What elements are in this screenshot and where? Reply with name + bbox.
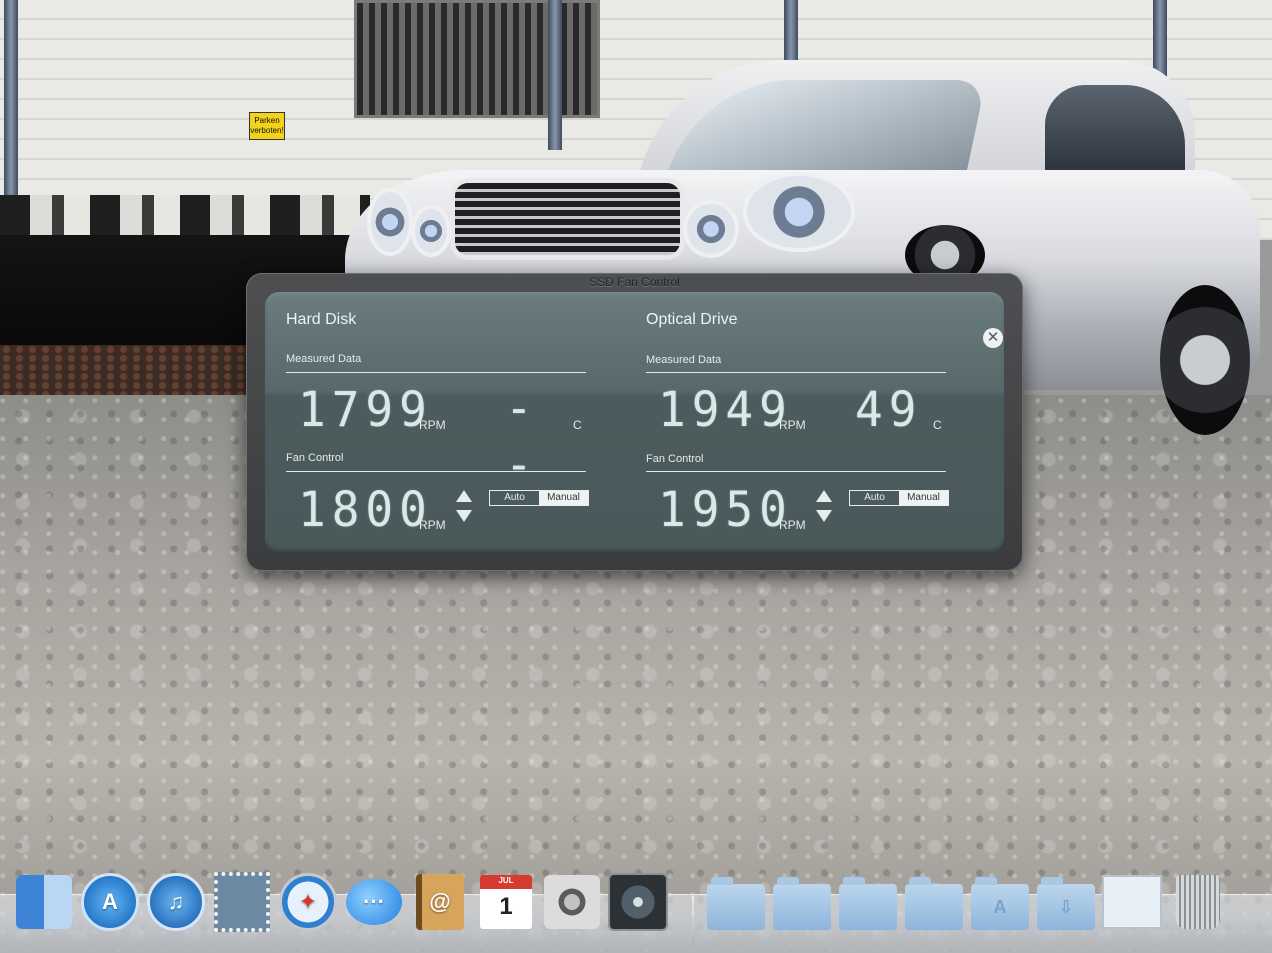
dock-item-ichat[interactable]: ··· bbox=[344, 872, 404, 932]
dock-item-ical[interactable]: JUL 1 bbox=[476, 872, 536, 932]
dock-item-applications[interactable]: A bbox=[970, 872, 1030, 932]
ichat-bubble-icon: ··· bbox=[346, 879, 402, 925]
calendar-day: 1 bbox=[499, 893, 513, 920]
optical-drive-rpm-stepper[interactable] bbox=[816, 490, 832, 526]
optical-drive-target-unit: RPM bbox=[779, 518, 806, 532]
widget-title: SSD Fan Control bbox=[589, 275, 680, 289]
hard-disk-mode-manual[interactable]: Manual bbox=[539, 491, 588, 505]
finder-icon bbox=[16, 875, 72, 929]
increment-arrow-icon[interactable] bbox=[456, 490, 472, 502]
optical-drive-fan-control-label: Fan Control bbox=[646, 453, 704, 465]
applications-folder-icon: A bbox=[971, 877, 1029, 930]
dock-item-downloads[interactable]: ⇩ bbox=[1036, 872, 1096, 932]
widget-face: Hard Disk Measured Data 1799 RPM -- C Fa… bbox=[265, 292, 1004, 552]
hard-disk-temp-readout: -- bbox=[505, 379, 539, 493]
hard-disk-rpm-stepper[interactable] bbox=[456, 490, 472, 526]
dock-separator bbox=[692, 896, 694, 944]
decrement-arrow-icon[interactable] bbox=[456, 510, 472, 522]
optical-drive-rpm-readout: 1949 bbox=[658, 380, 793, 438]
address-book-icon: @ bbox=[416, 874, 464, 930]
dock-item-folder[interactable] bbox=[706, 872, 766, 932]
decrement-arrow-icon[interactable] bbox=[816, 510, 832, 522]
hard-disk-mode-toggle[interactable]: Auto Manual bbox=[489, 490, 589, 506]
hard-disk-rpm-readout: 1799 bbox=[298, 380, 433, 438]
hard-disk-panel: Hard Disk Measured Data 1799 RPM -- C Fa… bbox=[265, 292, 589, 552]
hard-disk-fan-control-label: Fan Control bbox=[286, 452, 344, 464]
dock-item-trash[interactable] bbox=[1168, 872, 1228, 932]
optical-drive-mode-toggle[interactable]: Auto Manual bbox=[849, 490, 949, 506]
dock-item-address-book[interactable]: @ bbox=[410, 872, 470, 932]
dock-item-ssd-fan-control[interactable] bbox=[608, 872, 668, 932]
optical-drive-mode-auto[interactable]: Auto bbox=[850, 491, 899, 505]
hard-disk-target-rpm: 1800 bbox=[298, 480, 433, 538]
downloads-folder-icon: ⇩ bbox=[1037, 877, 1095, 930]
parking-sign: Parken verboten! bbox=[249, 112, 285, 140]
dock-item-screenshot[interactable] bbox=[1102, 872, 1162, 932]
optical-drive-mode-manual[interactable]: Manual bbox=[899, 491, 948, 505]
car-grille bbox=[450, 178, 685, 260]
mail-stamp-icon bbox=[214, 872, 270, 932]
divider bbox=[646, 372, 946, 373]
dock-item-folder[interactable] bbox=[904, 872, 964, 932]
folder-icon bbox=[905, 877, 963, 930]
hard-disk-title: Hard Disk bbox=[286, 311, 357, 328]
close-icon[interactable]: ✕ bbox=[983, 328, 1003, 348]
hard-disk-measured-label: Measured Data bbox=[286, 353, 362, 365]
fan-icon bbox=[608, 873, 668, 931]
ssd-fan-control-widget[interactable]: SSD Fan Control Hard Disk Measured Data … bbox=[246, 273, 1023, 571]
pole bbox=[4, 0, 18, 200]
optical-drive-title: Optical Drive bbox=[646, 311, 738, 328]
gear-icon bbox=[544, 875, 600, 929]
folder-icon bbox=[839, 877, 897, 930]
trash-icon bbox=[1176, 875, 1220, 929]
optical-drive-rpm-unit: RPM bbox=[779, 418, 806, 432]
optical-drive-panel: Optical Drive Measured Data 1949 RPM 49 … bbox=[625, 292, 949, 552]
optical-drive-measured-label: Measured Data bbox=[646, 354, 722, 366]
itunes-icon: ♫ bbox=[147, 873, 205, 931]
dock-item-folder[interactable] bbox=[772, 872, 832, 932]
safari-compass-icon: ✦ bbox=[279, 873, 337, 931]
divider bbox=[286, 471, 586, 472]
calendar-icon: JUL 1 bbox=[480, 875, 532, 929]
dock-item-finder[interactable] bbox=[14, 872, 74, 932]
hard-disk-target-unit: RPM bbox=[419, 518, 446, 532]
dock-item-system-preferences[interactable] bbox=[542, 872, 602, 932]
hard-disk-temp-unit: C bbox=[573, 418, 582, 432]
divider bbox=[286, 372, 586, 373]
optical-drive-temp-unit: C bbox=[933, 418, 942, 432]
dock-item-itunes[interactable]: ♫ bbox=[146, 872, 206, 932]
folder-icon bbox=[707, 877, 765, 930]
folder-icon bbox=[773, 877, 831, 930]
dock-item-safari[interactable]: ✦ bbox=[278, 872, 338, 932]
optical-drive-temp-readout: 49 bbox=[855, 380, 923, 438]
divider bbox=[646, 471, 946, 472]
app-store-icon: A bbox=[81, 873, 139, 931]
hard-disk-mode-auto[interactable]: Auto bbox=[490, 491, 539, 505]
hard-disk-rpm-unit: RPM bbox=[419, 418, 446, 432]
dock-item-folder[interactable] bbox=[838, 872, 898, 932]
increment-arrow-icon[interactable] bbox=[816, 490, 832, 502]
dock-item-mail[interactable] bbox=[212, 872, 272, 932]
dock-item-app-store[interactable]: A bbox=[80, 872, 140, 932]
calendar-month: JUL bbox=[498, 876, 514, 885]
optical-drive-target-rpm: 1950 bbox=[658, 480, 793, 538]
screenshot-stack-icon bbox=[1102, 875, 1162, 929]
